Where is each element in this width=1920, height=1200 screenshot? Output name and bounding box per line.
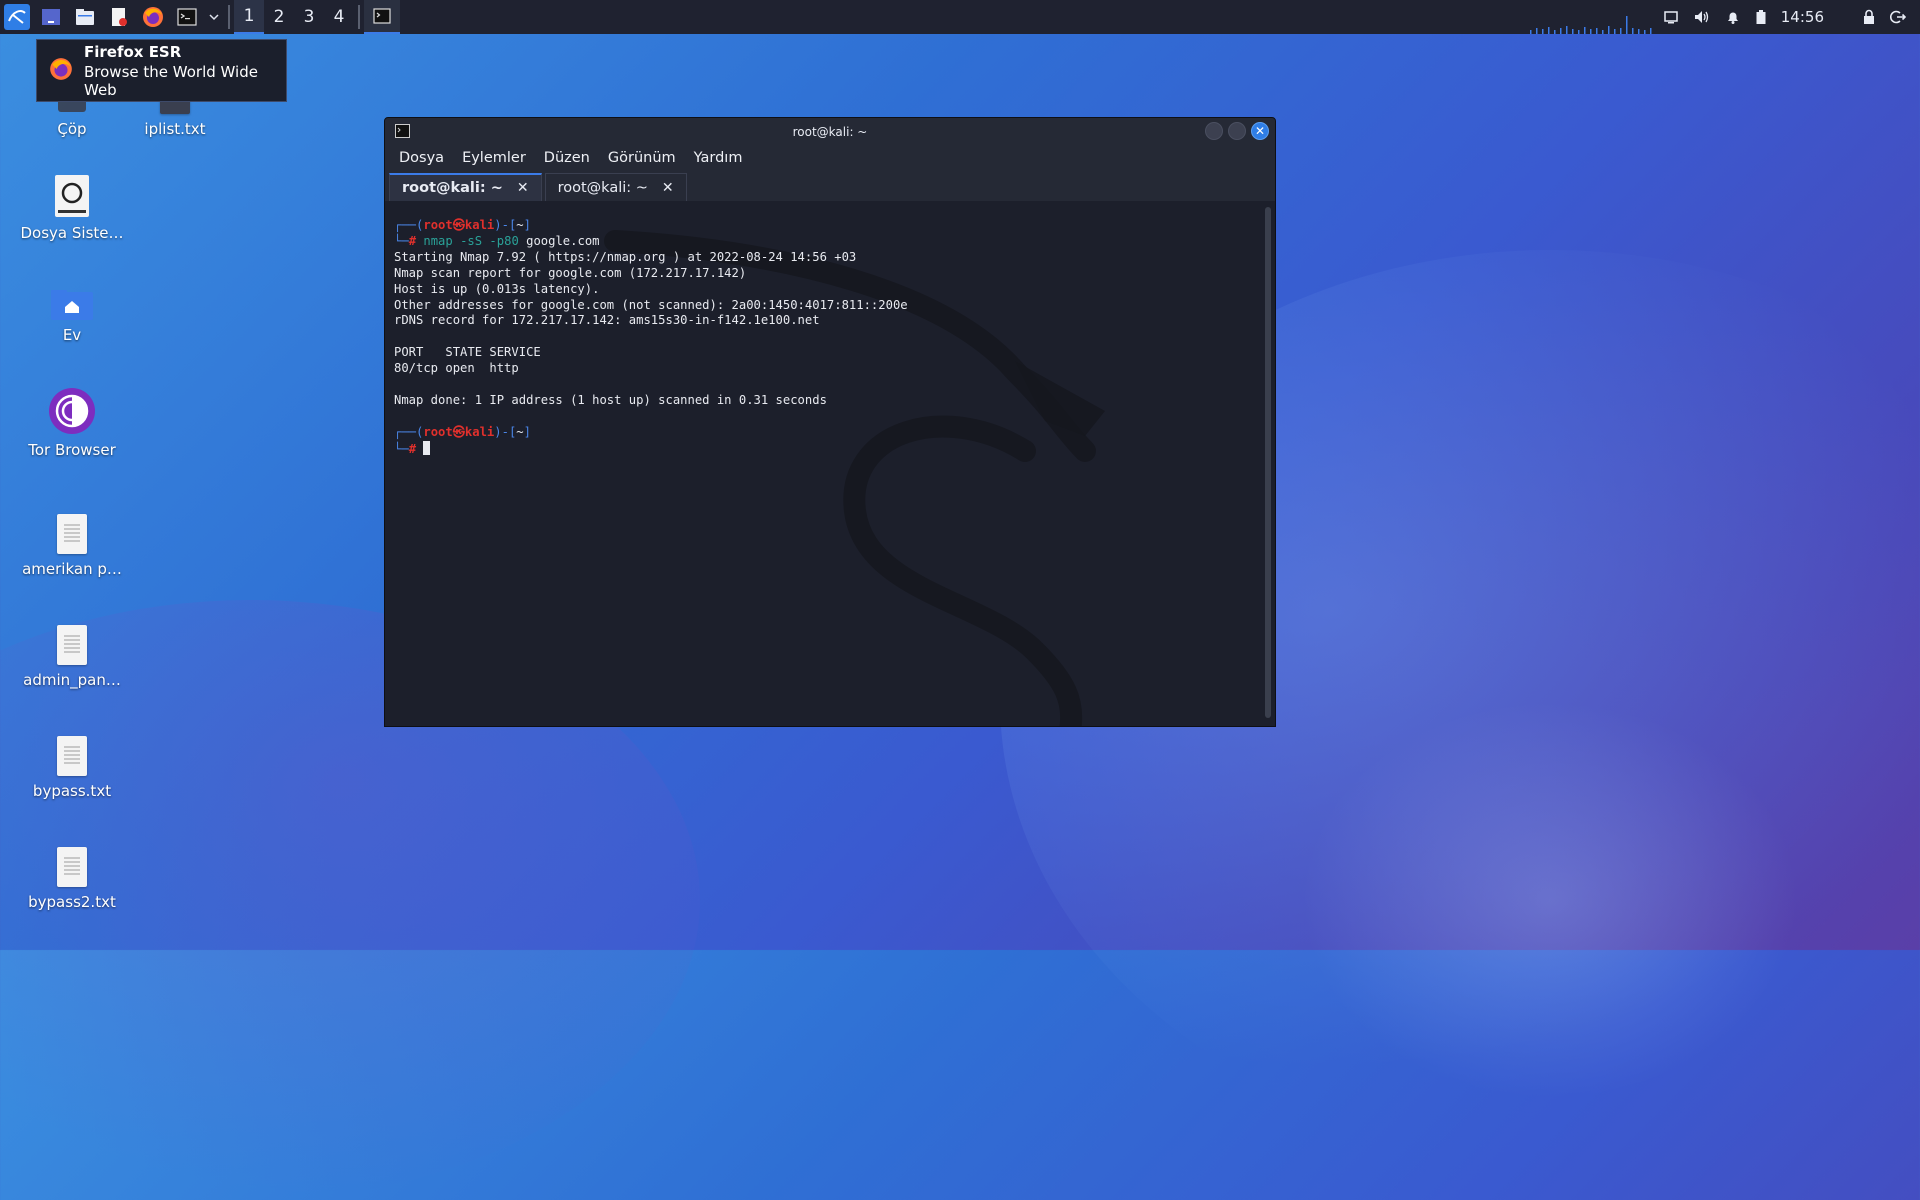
- tor-browser-icon: [17, 385, 127, 435]
- tab-1[interactable]: root@kali: ~ ✕: [389, 173, 542, 201]
- tab-label: root@kali: ~: [402, 180, 503, 196]
- output-line: Starting Nmap 7.92 ( https://nmap.org ) …: [394, 249, 857, 264]
- window-title: root@kali: ~: [792, 124, 868, 139]
- tooltip-subtitle: Browse the World Wide Web: [84, 62, 258, 99]
- output-line: Host is up (0.013s latency).: [394, 281, 600, 296]
- close-icon: ✕: [1254, 124, 1266, 138]
- firefox-tooltip: Firefox ESR Browse the World Wide Web: [36, 39, 287, 102]
- close-tab-icon[interactable]: ✕: [662, 180, 674, 196]
- text-file-icon: [17, 609, 127, 665]
- output-line: Other addresses for google.com (not scan…: [394, 297, 908, 312]
- tab-2[interactable]: root@kali: ~ ✕: [544, 173, 687, 201]
- desktop-icon-bypass[interactable]: bypass.txt: [17, 720, 127, 800]
- cpu-graph: [1530, 16, 1652, 34]
- prompt-at: ㉿: [452, 424, 465, 439]
- terminal-launcher-icon[interactable]: [170, 0, 204, 34]
- lock-icon[interactable]: [1862, 9, 1876, 25]
- minimize-button[interactable]: [1205, 122, 1223, 140]
- desktop-icon-tor-browser[interactable]: Tor Browser: [17, 385, 127, 459]
- output-line: 80/tcp open http: [394, 361, 519, 376]
- desktop-icon-label: Dosya Siste…: [20, 224, 124, 242]
- taskbar-terminal-window[interactable]: [364, 0, 400, 34]
- taskbar: 1 2 3 4 14:56: [0, 0, 1920, 34]
- desktop-icon-amerikan[interactable]: amerikan p…: [17, 498, 127, 578]
- system-tray: 14:56: [1663, 0, 1920, 34]
- desktop-icon-filesystem[interactable]: Dosya Siste…: [17, 162, 127, 242]
- file-manager-icon[interactable]: [68, 0, 102, 34]
- workspace-3[interactable]: 3: [294, 0, 324, 34]
- prompt-dir: ~: [516, 218, 524, 232]
- prompt-at: ㉿: [452, 218, 465, 232]
- menu-gorunum[interactable]: Görünüm: [608, 150, 676, 166]
- desktop-icon-label: Ev: [62, 326, 82, 344]
- show-desktop-icon[interactable]: [34, 0, 68, 34]
- text-file-icon: [17, 498, 127, 554]
- menu-duzen[interactable]: Düzen: [544, 150, 590, 166]
- text-file-icon: [17, 720, 127, 776]
- scrollbar[interactable]: [1265, 207, 1271, 718]
- desktop-icon-label: bypass2.txt: [28, 893, 116, 911]
- text-cursor: [423, 440, 431, 455]
- output-line: Nmap scan report for google.com (172.217…: [394, 265, 747, 280]
- desktop-icon-label: Tor Browser: [28, 441, 116, 459]
- desktop-icon-label: amerikan p…: [22, 560, 122, 578]
- menu-eylemler[interactable]: Eylemler: [462, 150, 526, 166]
- text-file-icon: [17, 831, 127, 887]
- command-flags: -sS -p80: [460, 233, 519, 248]
- window-titlebar[interactable]: root@kali: ~ ✕: [385, 118, 1275, 145]
- prompt-user: root: [423, 218, 453, 232]
- prompt-host: kali: [464, 424, 495, 439]
- home-folder-icon: [17, 280, 127, 320]
- display-icon[interactable]: [1663, 9, 1679, 25]
- terminal-text: ┌──(root㉿kali)-[~] └─# nmap -sS -p80 goo…: [394, 218, 908, 456]
- firefox-icon: [48, 56, 74, 86]
- divider: [228, 5, 230, 29]
- workspace-1[interactable]: 1: [234, 0, 264, 34]
- terminal-icon: [373, 8, 391, 24]
- battery-icon[interactable]: [1755, 9, 1767, 25]
- command-name: nmap: [423, 233, 453, 248]
- desktop-icon-bypass2[interactable]: bypass2.txt: [17, 831, 127, 911]
- prompt-dir: ~: [516, 424, 524, 439]
- maximize-button[interactable]: [1228, 122, 1246, 140]
- terminal-output-area[interactable]: ┌──(root㉿kali)-[~] └─# nmap -sS -p80 goo…: [385, 201, 1275, 726]
- desktop-icon-label: admin_pan…: [23, 671, 121, 689]
- tooltip-title: Firefox ESR: [84, 42, 182, 61]
- command-arg: google.com: [526, 233, 600, 248]
- prompt-host: kali: [464, 218, 495, 232]
- menu-dosya[interactable]: Dosya: [399, 150, 444, 166]
- output-line: rDNS record for 172.217.17.142: ams15s30…: [394, 313, 820, 328]
- menu-yardim[interactable]: Yardım: [694, 150, 743, 166]
- close-tab-icon[interactable]: ✕: [517, 180, 529, 196]
- output-line: Nmap done: 1 IP address (1 host up) scan…: [394, 392, 827, 407]
- volume-icon[interactable]: [1693, 9, 1711, 25]
- tab-label: root@kali: ~: [557, 179, 648, 196]
- output-line: PORT STATE SERVICE: [394, 345, 541, 360]
- clock[interactable]: 14:56: [1781, 8, 1824, 26]
- desktop-icon-label: bypass.txt: [32, 782, 112, 800]
- desktop-icon-admin-panel[interactable]: admin_pan…: [17, 609, 127, 689]
- logout-icon[interactable]: [1890, 9, 1906, 25]
- desktop-icon-label: iplist.txt: [144, 120, 206, 138]
- workspace-2[interactable]: 2: [264, 0, 294, 34]
- chevron-down-icon[interactable]: [204, 0, 224, 34]
- close-button[interactable]: ✕: [1251, 122, 1269, 140]
- kali-menu-icon[interactable]: [0, 0, 34, 34]
- desktop-icon-home[interactable]: Ev: [17, 280, 127, 344]
- workspace-4[interactable]: 4: [324, 0, 354, 34]
- firefox-icon[interactable]: [136, 0, 170, 34]
- notification-bell-icon[interactable]: [1725, 9, 1741, 25]
- desktop-icon-label: Çöp: [57, 120, 87, 138]
- terminal-window: root@kali: ~ ✕ Dosya Eylemler Düzen Görü…: [384, 117, 1276, 727]
- text-editor-icon[interactable]: [102, 0, 136, 34]
- drive-icon: [17, 162, 127, 218]
- prompt-user: root: [423, 424, 453, 439]
- menu-bar: Dosya Eylemler Düzen Görünüm Yardım: [385, 145, 1275, 171]
- divider: [358, 5, 360, 29]
- tab-bar: root@kali: ~ ✕ root@kali: ~ ✕: [385, 171, 1275, 202]
